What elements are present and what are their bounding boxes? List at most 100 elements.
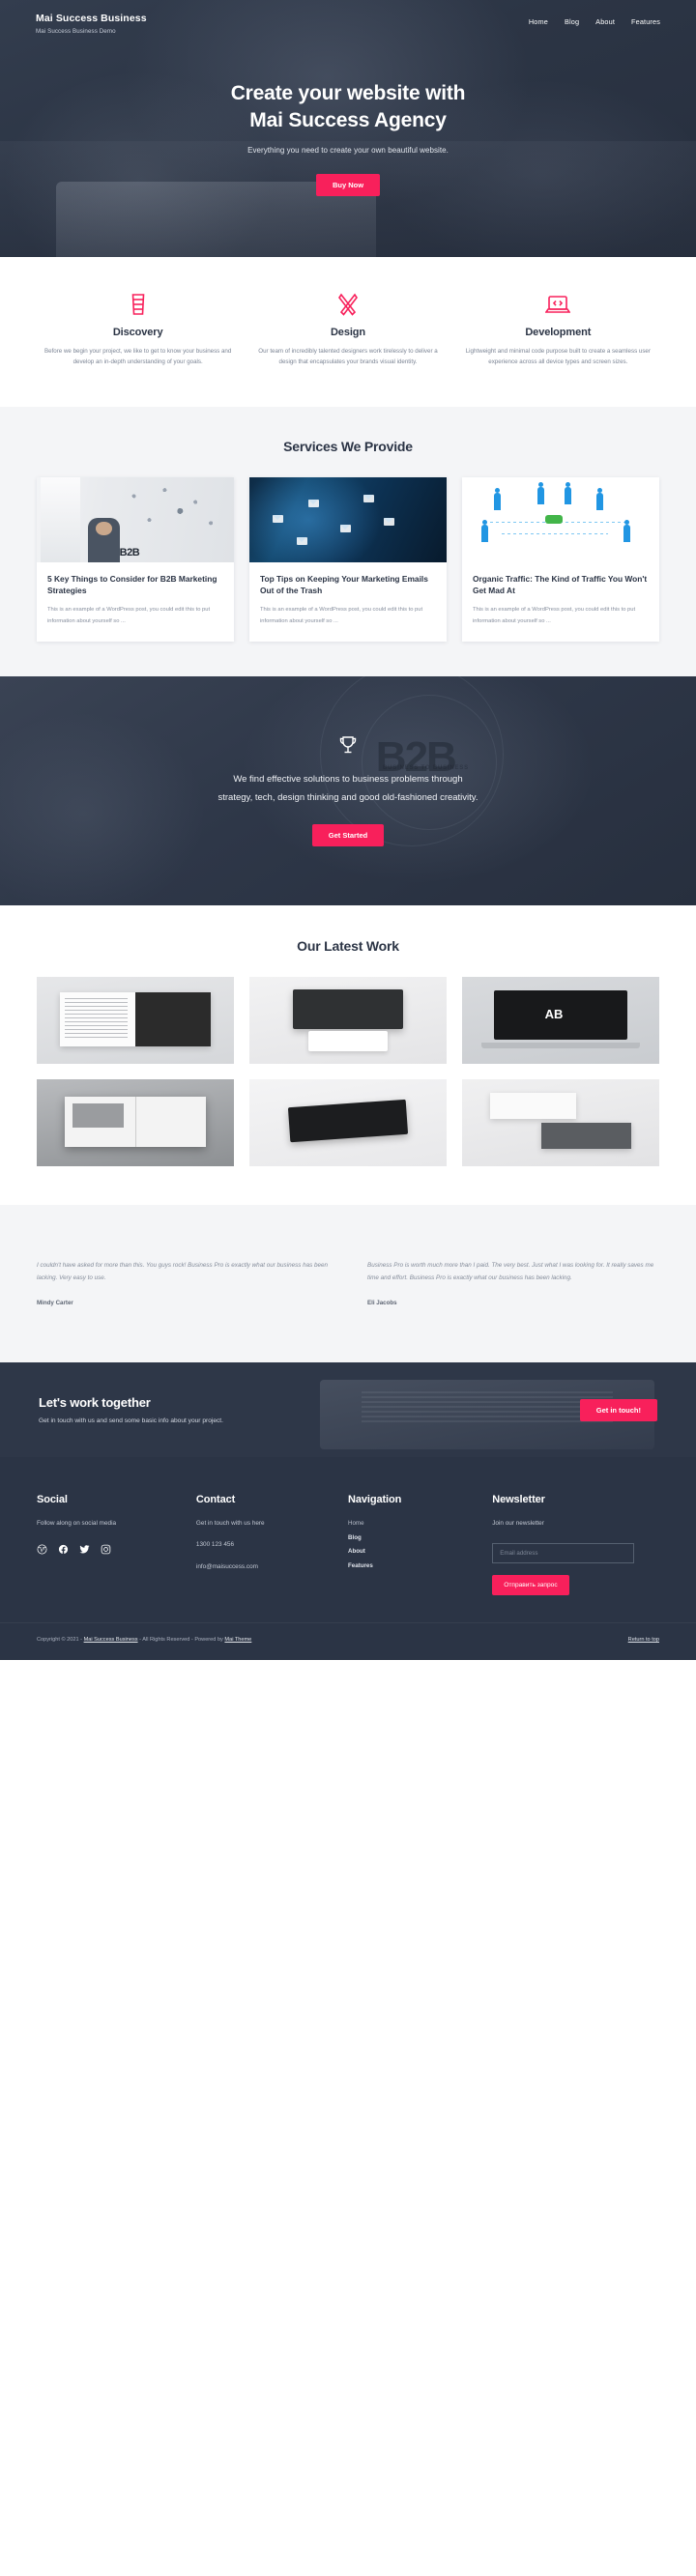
cta-text: We find effective solutions to business …	[218, 771, 478, 807]
nav-item-features[interactable]: Features	[631, 17, 660, 26]
get-started-button[interactable]: Get Started	[311, 824, 385, 847]
services-section: Services We Provide B2B 5 Key Things to …	[0, 406, 696, 676]
cta-button-wrap: Get Started	[218, 824, 478, 847]
instagram-icon[interactable]	[101, 1544, 111, 1555]
work-together-button-wrap: Get in touch!	[579, 1398, 657, 1421]
site-header: Mai Success Business Mai Success Busines…	[0, 0, 696, 35]
portfolio-grid: AB	[0, 976, 696, 1166]
features-section: Discovery Before we begin your project, …	[0, 257, 696, 407]
black-card-mockup[interactable]	[249, 1078, 447, 1166]
feature-discovery: Discovery Before we begin your project, …	[33, 292, 243, 368]
copyright-text: Copyright © 2021 - Mai Success Business …	[37, 1637, 251, 1643]
wordpress-icon[interactable]	[37, 1544, 47, 1555]
open-magazine-mockup[interactable]	[37, 976, 234, 1064]
work-together-subtitle: Get in touch with us and send some basic…	[39, 1417, 223, 1425]
footer-column-navigation: Navigation Home Blog About Features	[348, 1494, 492, 1595]
landing-page: Mai Success Business Mai Success Busines…	[0, 0, 696, 1661]
footer-nav-about[interactable]: About	[348, 1545, 492, 1560]
footer-nav-list: Home Blog About Features	[348, 1517, 492, 1573]
feature-text: Our team of incredibly talented designer…	[258, 348, 438, 366]
testimonials-section: I couldn't have asked for more than this…	[0, 1204, 696, 1363]
work-together-title: Let's work together	[39, 1395, 151, 1411]
cta-content: We find effective solutions to business …	[218, 734, 478, 847]
newsletter-email-input[interactable]	[492, 1543, 635, 1564]
service-card-text: This is an example of a WordPress post, …	[260, 607, 423, 624]
cta-text-line-1: We find effective solutions to business …	[233, 774, 463, 786]
footer-nav-blog[interactable]: Blog	[348, 1531, 492, 1546]
social-icon-row	[37, 1544, 196, 1555]
work-together-section: Let's work together Get in touch with us…	[0, 1362, 696, 1458]
buy-now-button[interactable]: Buy Now	[315, 174, 381, 197]
copyright-bar: Copyright © 2021 - Mai Success Business …	[0, 1622, 696, 1661]
footer-column-contact: Contact Get in touch with us here 1300 1…	[196, 1494, 348, 1595]
copyright-site-link[interactable]: Mai Success Business	[84, 1637, 138, 1643]
testimonial-author: Mindy Carter	[37, 1300, 73, 1307]
service-card-body: 5 Key Things to Consider for B2B Marketi…	[37, 562, 234, 642]
pencil-ruler-icon	[254, 292, 441, 317]
nav-item-about[interactable]: About	[595, 17, 615, 26]
trophy-icon	[218, 734, 478, 758]
hero-subtitle: Everything you need to create your own b…	[247, 146, 449, 156]
service-card[interactable]: B2B 5 Key Things to Consider for B2B Mar…	[37, 476, 234, 642]
footer-column-newsletter: Newsletter Join our newsletter Отправить…	[492, 1494, 659, 1596]
hero-cta-wrap: Buy Now	[0, 174, 696, 197]
service-card-body: Top Tips on Keeping Your Marketing Email…	[249, 562, 447, 642]
brand-title: Mai Success Business	[36, 13, 147, 24]
site-branding[interactable]: Mai Success Business Mai Success Busines…	[36, 13, 147, 35]
service-card-title: 5 Key Things to Consider for B2B Marketi…	[47, 573, 218, 596]
hero-title: Create your website with Mai Success Age…	[0, 80, 696, 134]
return-to-top-link[interactable]: Return to top	[628, 1637, 659, 1643]
copyright-prefix: Copyright © 2021 -	[37, 1637, 84, 1644]
hero-title-line-2: Mai Success Agency	[249, 108, 447, 131]
grey-book-spread-mockup[interactable]	[37, 1078, 234, 1166]
newsletter-submit-button[interactable]: Отправить запрос	[492, 1575, 569, 1596]
feature-text: Before we begin your project, we like to…	[44, 348, 232, 366]
service-card[interactable]: Top Tips on Keeping Your Marketing Email…	[249, 476, 447, 642]
footer-social-heading: Social	[37, 1494, 68, 1506]
service-card[interactable]: Organic Traffic: The Kind of Traffic You…	[462, 476, 659, 642]
get-in-touch-button[interactable]: Get in touch!	[579, 1398, 657, 1421]
organic-traffic-network-photo	[462, 476, 659, 562]
brand-subtitle: Mai Success Business Demo	[36, 27, 116, 35]
testimonial: Business Pro is worth much more than I p…	[367, 1259, 659, 1306]
footer-newsletter-heading: Newsletter	[492, 1494, 545, 1506]
service-card-text: This is an example of a WordPress post, …	[47, 607, 211, 624]
service-card-title: Top Tips on Keeping Your Marketing Email…	[260, 573, 428, 596]
feature-title: Development	[525, 327, 592, 338]
stacked-cards-mockup[interactable]	[462, 1078, 659, 1166]
feature-design: Design Our team of incredibly talented d…	[243, 292, 452, 368]
service-card-title: Organic Traffic: The Kind of Traffic You…	[473, 573, 648, 596]
hero-content: Create your website with Mai Success Age…	[0, 35, 696, 197]
footer-newsletter-text: Join our newsletter	[492, 1520, 544, 1528]
site-footer: Social Follow along on social media Cont…	[0, 1457, 696, 1623]
cta-text-line-2: strategy, tech, design thinking and good…	[218, 791, 478, 803]
service-card-text: This is an example of a WordPress post, …	[473, 607, 636, 624]
primary-navigation: Home Blog About Features	[529, 13, 660, 26]
portfolio-title: Our Latest Work	[297, 937, 399, 954]
portfolio-section: Our Latest Work AB	[0, 904, 696, 1205]
footer-contact-heading: Contact	[195, 1494, 236, 1506]
footer-nav-home[interactable]: Home	[348, 1517, 492, 1531]
dark-business-card-mockup[interactable]	[249, 976, 447, 1064]
nav-item-blog[interactable]: Blog	[565, 17, 579, 26]
footer-contact-phone[interactable]: 1300 123 456	[196, 1538, 348, 1552]
footer-nav-features[interactable]: Features	[348, 1560, 492, 1574]
nav-item-home[interactable]: Home	[529, 17, 548, 26]
testimonial-quote: I couldn't have asked for more than this…	[37, 1261, 329, 1282]
laptop-screen-mockup[interactable]: AB	[462, 976, 659, 1064]
feature-text: Lightweight and minimal code purpose bui…	[465, 348, 651, 366]
email-marketing-photo	[249, 476, 447, 562]
coffee-cup-icon	[44, 292, 231, 317]
service-card-body: Organic Traffic: The Kind of Traffic You…	[462, 562, 659, 642]
footer-navigation-heading: Navigation	[348, 1494, 402, 1506]
footer-social-text: Follow along on social media	[37, 1520, 117, 1528]
twitter-icon[interactable]	[79, 1544, 90, 1555]
footer-contact-email[interactable]: info@maisuccess.com	[196, 1560, 348, 1574]
footer-contact-text: Get in touch with us here	[195, 1520, 265, 1528]
copyright-theme-link[interactable]: Mai Theme	[224, 1637, 251, 1643]
testimonial: I couldn't have asked for more than this…	[37, 1259, 329, 1306]
facebook-icon[interactable]	[58, 1544, 69, 1555]
feature-development: Development Lightweight and minimal code…	[453, 292, 663, 368]
feature-title: Design	[330, 327, 366, 338]
services-title: Services We Provide	[283, 438, 413, 454]
